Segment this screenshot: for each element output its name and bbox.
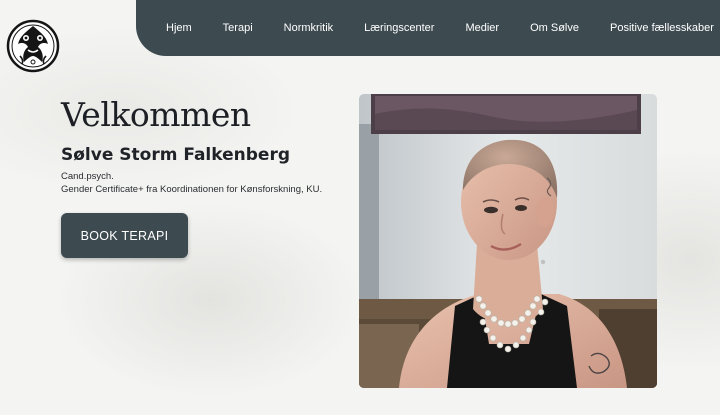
page-title: Velkommen (61, 95, 251, 134)
nav-item-hjem[interactable]: Hjem (166, 22, 192, 34)
credential-certificate: Gender Certificate+ fra Koordinationen f… (61, 184, 323, 195)
nav-item-terapi[interactable]: Terapi (223, 22, 253, 34)
credential-degree: Cand.psych. (61, 171, 114, 182)
nav-item-om-solve[interactable]: Om Sølve (530, 22, 579, 34)
nav-item-positive-faellesskaber[interactable]: Positive fællesskaber (610, 22, 714, 34)
main-navigation: Hjem Terapi Normkritik Læringscenter Med… (136, 0, 720, 56)
nav-item-laeringscenter[interactable]: Læringscenter (364, 22, 434, 34)
nav-item-normkritik[interactable]: Normkritik (284, 22, 334, 34)
page: Hjem Terapi Normkritik Læringscenter Med… (0, 0, 720, 415)
nav-item-medier[interactable]: Medier (465, 22, 499, 34)
site-logo-icon[interactable] (6, 12, 60, 80)
therapist-name: Sølve Storm Falkenberg (61, 145, 290, 165)
book-therapy-button[interactable]: BOOK TERAPI (61, 213, 188, 258)
portrait-photo (359, 94, 657, 388)
